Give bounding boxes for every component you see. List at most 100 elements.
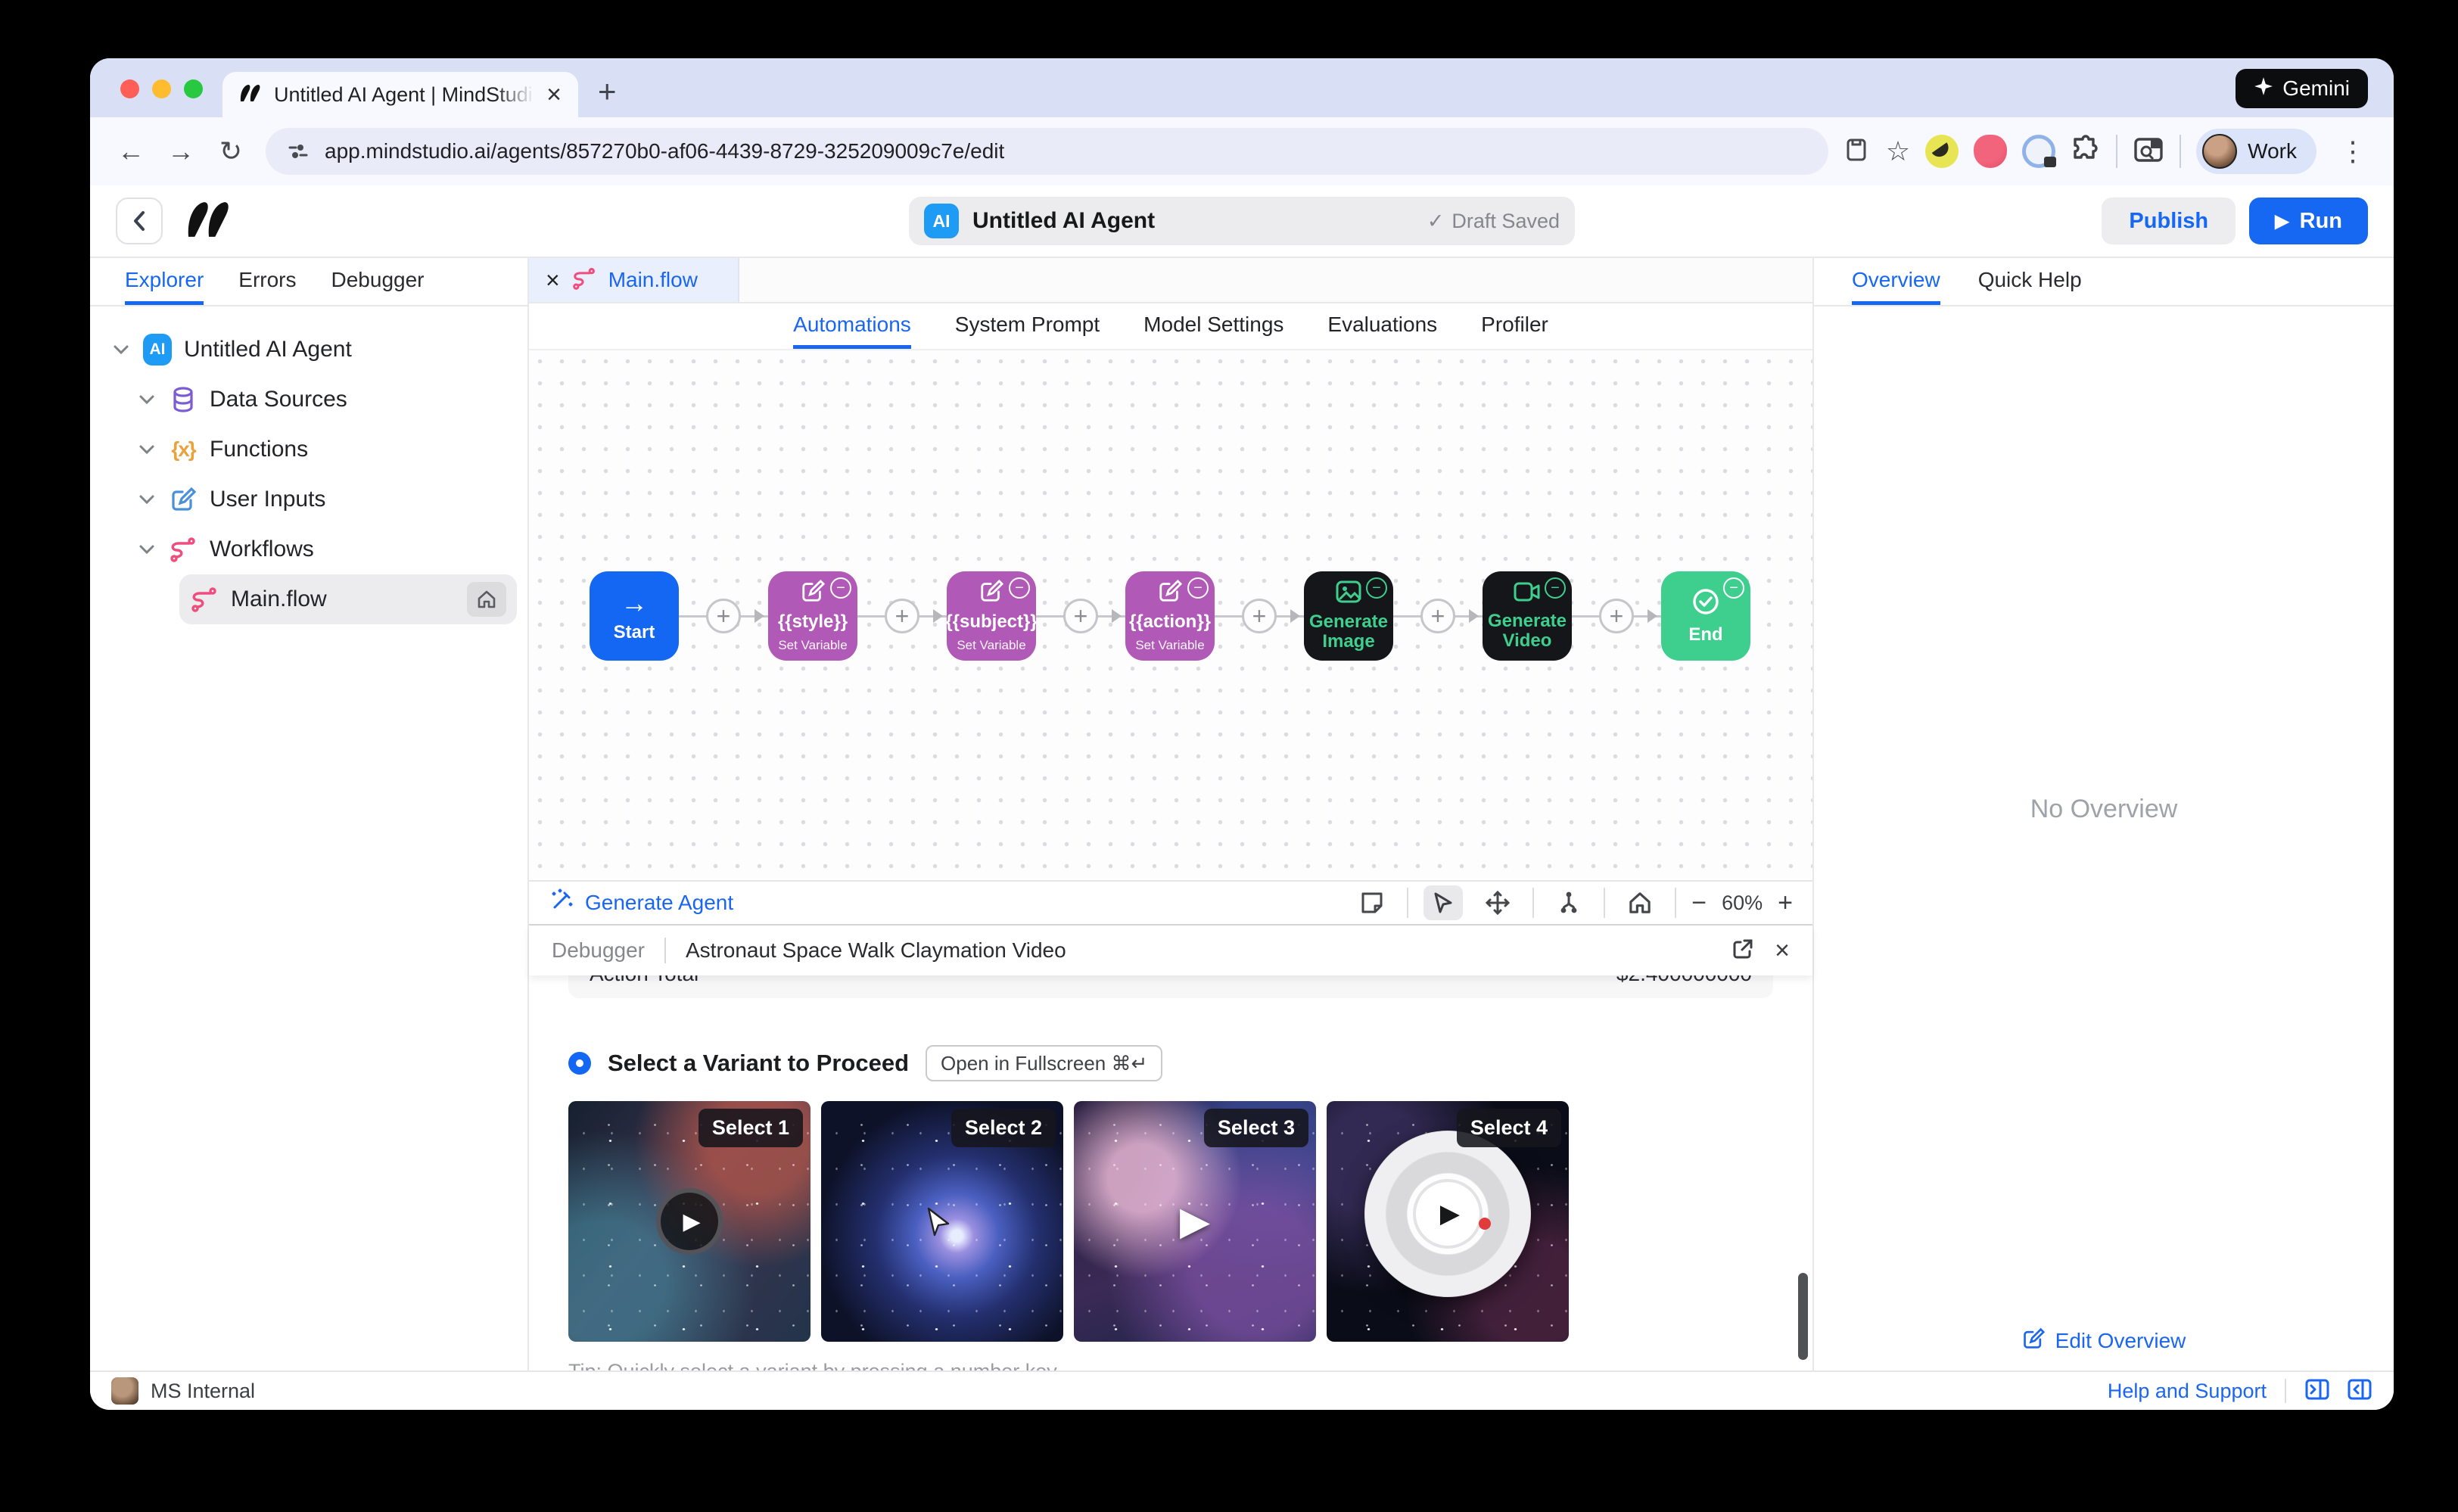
add-step-button[interactable]: + (1242, 599, 1277, 633)
minus-badge-icon[interactable]: − (1545, 577, 1566, 599)
node-generate-image[interactable]: − Generate Image (1304, 571, 1393, 661)
browser-tab[interactable]: Untitled AI Agent | MindStudi × (222, 72, 578, 117)
cursor-tool-icon[interactable] (1423, 885, 1463, 920)
generate-agent-button[interactable]: Generate Agent (549, 888, 733, 919)
toggle-left-panel-icon[interactable] (2347, 1378, 2372, 1405)
scrollbar-thumb[interactable] (1798, 1273, 1808, 1360)
tree-item-agent[interactable]: AI Untitled AI Agent (101, 325, 517, 375)
tree-item-workflows[interactable]: Workflows (126, 524, 517, 574)
close-icon[interactable]: × (1775, 936, 1790, 966)
variant-4-thumbnail[interactable]: ▶ Select 4 (1327, 1101, 1569, 1342)
minus-badge-icon[interactable]: − (1009, 577, 1030, 599)
browser-menu-icon[interactable]: ⋮ (2332, 135, 2374, 167)
extension-password-lock-icon[interactable] (2022, 135, 2055, 168)
app-back-button[interactable] (116, 198, 163, 244)
run-button[interactable]: ▶ Run (2249, 198, 2368, 244)
open-external-icon[interactable] (1731, 937, 1755, 965)
extension-strawberry-icon[interactable] (1974, 135, 2007, 168)
close-icon[interactable]: × (546, 266, 560, 294)
node-start[interactable]: → Start (590, 571, 679, 661)
chevron-down-icon[interactable] (137, 444, 157, 455)
publish-button[interactable]: Publish (2102, 198, 2236, 244)
node-action[interactable]: − {{action}} Set Variable (1125, 571, 1215, 661)
variant-1-thumbnail[interactable]: ▶ Select 1 (568, 1101, 811, 1342)
add-step-button[interactable]: + (1063, 599, 1098, 633)
variant-1-badge[interactable]: Select 1 (699, 1109, 803, 1147)
tab-debugger[interactable]: Debugger (331, 258, 425, 305)
home-view-icon[interactable] (1620, 885, 1660, 920)
edit-overview-link[interactable]: Edit Overview (2022, 1327, 2186, 1355)
sticky-note-icon[interactable] (1352, 885, 1392, 920)
zoom-out-button[interactable]: − (1691, 888, 1707, 918)
forward-button[interactable]: → (160, 130, 202, 173)
tab-model-settings[interactable]: Model Settings (1143, 303, 1283, 349)
reload-button[interactable]: ↻ (210, 130, 252, 173)
tab-explorer[interactable]: Explorer (125, 258, 204, 305)
tree-item-main-flow[interactable]: Main.flow (179, 574, 517, 624)
extension-yellow-icon[interactable] (1925, 135, 1959, 168)
add-step-button[interactable]: + (1599, 599, 1634, 633)
window-close-button[interactable] (120, 79, 139, 98)
minus-badge-icon[interactable]: − (1187, 577, 1209, 599)
tab-close-icon[interactable]: × (546, 82, 562, 107)
tree-item-data-sources[interactable]: Data Sources (126, 375, 517, 425)
node-subject[interactable]: − {{subject}} Set Variable (947, 571, 1036, 661)
variant-3-thumbnail[interactable]: ▶ Select 3 (1074, 1101, 1316, 1342)
tab-evaluations[interactable]: Evaluations (1327, 303, 1437, 349)
profile-button[interactable]: Work (2196, 129, 2316, 174)
tab-overview[interactable]: Overview (1852, 258, 1940, 305)
node-end[interactable]: − End (1661, 571, 1750, 661)
help-support-link[interactable]: Help and Support (2108, 1380, 2267, 1403)
node-generate-video[interactable]: − Generate Video (1483, 571, 1572, 661)
pencil-edit-icon (1158, 579, 1182, 606)
extensions-puzzle-icon[interactable] (2071, 135, 2101, 169)
side-panel-search-icon[interactable] (2133, 135, 2164, 169)
add-step-button[interactable]: + (885, 599, 919, 633)
add-step-button[interactable]: + (706, 599, 741, 633)
variant-4-badge[interactable]: Select 4 (1457, 1109, 1561, 1147)
camera-ring-graphic: ▶ (1364, 1131, 1531, 1297)
site-settings-icon[interactable] (285, 138, 311, 164)
workspace-switcher[interactable]: MS Internal (111, 1377, 255, 1405)
minus-badge-icon[interactable]: − (1366, 577, 1387, 599)
debugger-body[interactable]: Action Total $2.400000000 Select a Varia… (529, 975, 1812, 1370)
back-button[interactable]: ← (110, 130, 152, 173)
minus-badge-icon[interactable]: − (1723, 577, 1744, 599)
toggle-right-panel-icon[interactable] (2304, 1378, 2330, 1405)
variant-heading: Select a Variant to Proceed (608, 1050, 909, 1077)
chevron-down-icon[interactable] (137, 494, 157, 505)
new-tab-button[interactable]: + (598, 73, 617, 110)
home-button[interactable] (467, 582, 506, 617)
variant-3-badge[interactable]: Select 3 (1204, 1109, 1308, 1147)
bookmark-star-icon[interactable]: ☆ (1886, 135, 1910, 167)
add-step-button[interactable]: + (1420, 599, 1455, 633)
tree-item-user-inputs[interactable]: User Inputs (126, 474, 517, 524)
open-fullscreen-button[interactable]: Open in Fullscreen ⌘↵ (926, 1045, 1162, 1081)
variant-2-badge[interactable]: Select 2 (951, 1109, 1056, 1147)
window-minimize-button[interactable] (152, 79, 171, 98)
chevron-down-icon[interactable] (111, 344, 131, 355)
mindstudio-favicon (239, 83, 262, 107)
chevron-down-icon[interactable] (137, 394, 157, 405)
file-tab-main-flow[interactable]: × Main.flow (529, 258, 739, 302)
url-bar[interactable]: app.mindstudio.ai/agents/857270b0-af06-4… (266, 128, 1828, 175)
node-style[interactable]: − {{style}} Set Variable (768, 571, 857, 661)
save-bookmark-icon[interactable] (1842, 135, 1871, 168)
pan-tool-icon[interactable] (1478, 885, 1517, 920)
gemini-button[interactable]: Gemini (2236, 69, 2368, 108)
mindstudio-logo[interactable] (184, 199, 234, 244)
tree-item-functions[interactable]: {x} Functions (126, 425, 517, 474)
tab-errors[interactable]: Errors (238, 258, 296, 305)
agent-title-pill[interactable]: AI Untitled AI Agent ✓ Draft Saved (909, 197, 1575, 245)
tab-automations[interactable]: Automations (793, 303, 911, 349)
tab-profiler[interactable]: Profiler (1481, 303, 1548, 349)
auto-layout-icon[interactable] (1549, 885, 1588, 920)
tab-quick-help[interactable]: Quick Help (1978, 258, 2082, 305)
chevron-down-icon[interactable] (137, 544, 157, 555)
minus-badge-icon[interactable]: − (830, 577, 851, 599)
zoom-in-button[interactable]: + (1778, 888, 1793, 918)
tab-system-prompt[interactable]: System Prompt (955, 303, 1100, 349)
flow-canvas[interactable]: → Start + − {{style}} Set Variable + (529, 350, 1812, 880)
window-zoom-button[interactable] (184, 79, 203, 98)
variant-2-thumbnail[interactable]: Select 2 (821, 1101, 1063, 1342)
